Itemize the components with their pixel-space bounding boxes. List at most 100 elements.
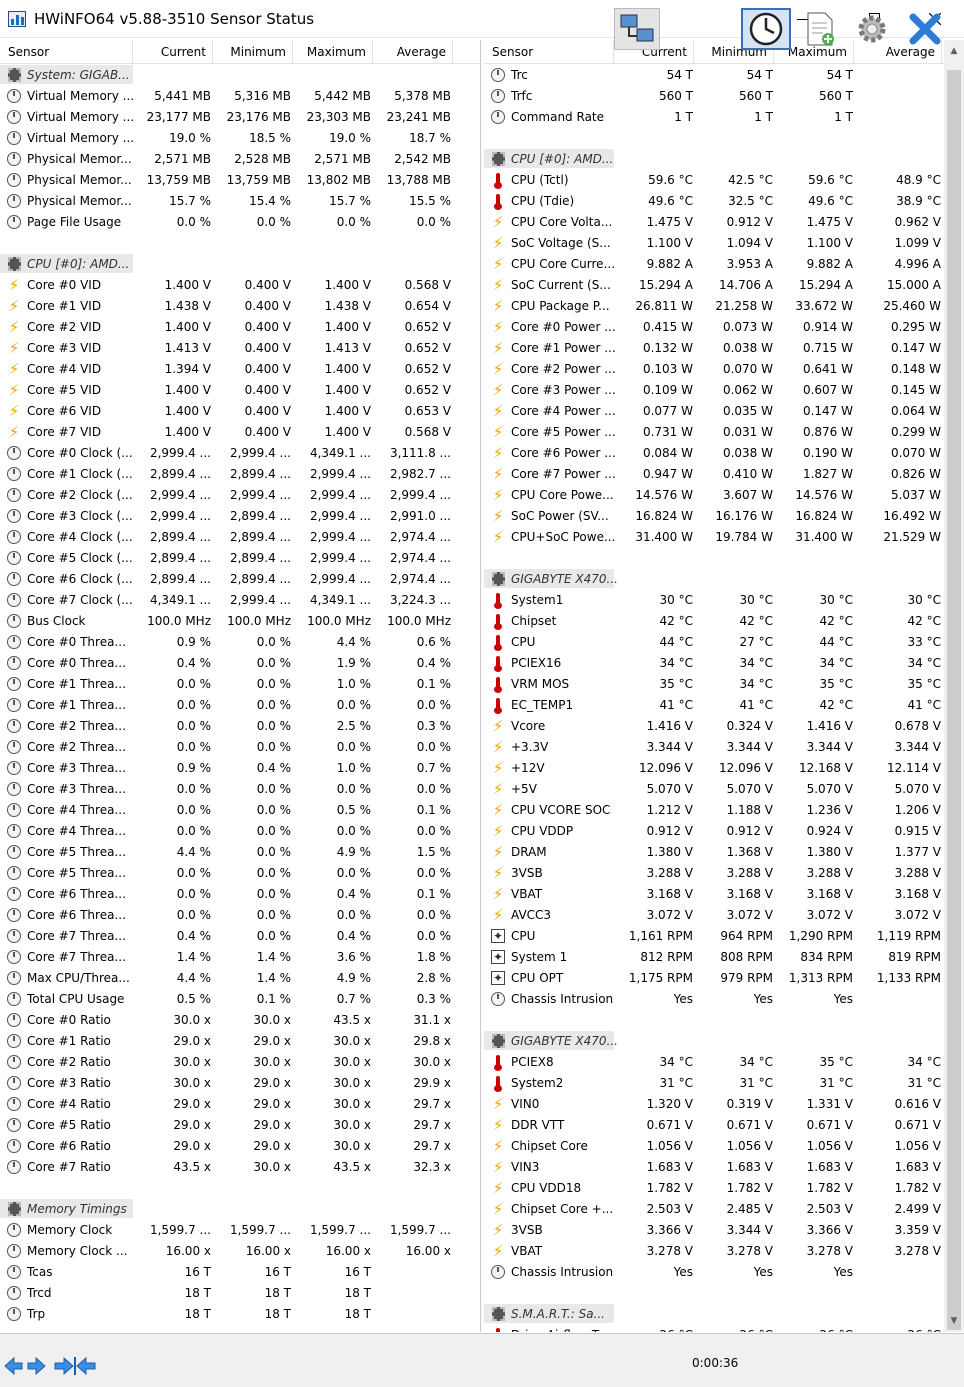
header-maximum[interactable]: Maximum [293,40,373,64]
scroll-up-icon[interactable]: ▲ [949,46,959,56]
sensor-row[interactable]: Core #1 Clock (... 2,899.4 ... 2,899.4 ...… [0,463,480,484]
sensor-row[interactable]: Virtual Memory ... 5,441 MB 5,316 MB 5,442 … [0,85,480,106]
sensor-row[interactable]: ⚡ CPU Core Curre... 9.882 A 3.953 A 9.882 A 4… [484,253,944,274]
sensor-row[interactable]: Core #6 Clock (... 2,899.4 ... 2,899.4 ...… [0,568,480,589]
header-average[interactable]: Average [373,40,453,64]
sensor-row[interactable]: ⚡ CPU VDDP 0.912 V 0.912 V 0.924 V 0.915 V [484,820,944,841]
sensor-row[interactable]: PCIEX16 34 °C 34 °C 34 °C 34 °C [484,652,944,673]
sensor-row[interactable]: Trc 54 T 54 T 54 T [484,64,944,85]
sensor-row[interactable]: Chipset 42 °C 42 °C 42 °C 42 °C [484,610,944,631]
sensor-row[interactable]: ⚡ Core #0 VID 1.400 V 0.400 V 1.400 V 0.568 V [0,274,480,295]
sensor-row[interactable]: ⚡ Core #3 VID 1.413 V 0.400 V 1.413 V 0.652 V [0,337,480,358]
sensor-row[interactable]: Core #1 Threa... 0.0 % 0.0 % 0.0 % 0.0 % [0,694,480,715]
right-sensor-pane[interactable]: Sensor Current Minimum Maximum Average T… [484,40,944,1332]
vertical-scrollbar[interactable]: ▲ ▼ [944,40,964,1332]
sensor-row[interactable]: Physical Memor... 15.7 % 15.4 % 15.7 % 15.5 … [0,190,480,211]
sensor-row[interactable]: Core #0 Threa... 0.4 % 0.0 % 1.9 % 0.4 % [0,652,480,673]
sensor-row[interactable]: System2 31 °C 31 °C 31 °C 31 °C [484,1072,944,1093]
scroll-down-icon[interactable]: ▼ [949,1316,959,1326]
sensor-row[interactable]: ⚡ AVCC3 3.072 V 3.072 V 3.072 V 3.072 V [484,904,944,925]
sensor-row[interactable]: ⚡ VBAT 3.168 V 3.168 V 3.168 V 3.168 V [484,883,944,904]
sensor-row[interactable]: ⚡ VBAT 3.278 V 3.278 V 3.278 V 3.278 V [484,1240,944,1261]
sensor-row[interactable]: Memory Clock 1,599.7 ... 1,599.7 ... 1,599.… [0,1219,480,1240]
sensor-group-row[interactable]: Memory Timings [0,1198,480,1219]
sensor-row[interactable]: Core #5 Ratio 29.0 x 29.0 x 30.0 x 29.7 x [0,1114,480,1135]
sensor-row[interactable]: Core #6 Threa... 0.0 % 0.0 % 0.4 % 0.1 % [0,883,480,904]
sensor-row[interactable]: Trp 18 T 18 T 18 T [0,1303,480,1324]
sensor-row[interactable]: ⚡ Core #2 Power ... 0.103 W 0.070 W 0.641 W 0… [484,358,944,379]
sensor-row[interactable]: Drive Airflow T...26 °C26 °C26 °C26 °C [484,1324,944,1332]
sensor-row[interactable]: ⚡ Core #2 VID 1.400 V 0.400 V 1.400 V 0.652 V [0,316,480,337]
sensor-row[interactable]: CPU 44 °C 27 °C 44 °C 33 °C [484,631,944,652]
sensor-row[interactable]: ⚡ Core #1 VID 1.438 V 0.400 V 1.438 V 0.654 V [0,295,480,316]
sensor-row[interactable]: Tcas 16 T 16 T 16 T [0,1261,480,1282]
sensor-row[interactable]: Core #4 Threa... 0.0 % 0.0 % 0.5 % 0.1 % [0,799,480,820]
reset-clock-button[interactable] [741,8,791,50]
sensor-row[interactable]: Physical Memor... 13,759 MB 13,759 MB 13,80… [0,169,480,190]
sensor-row[interactable]: PCIEX8 34 °C 34 °C 35 °C 34 °C [484,1051,944,1072]
sensor-row[interactable]: ⚡ +12V 12.096 V 12.096 V 12.168 V 12.114 V [484,757,944,778]
sensor-row[interactable]: ⚡ Core #4 Power ... 0.077 W 0.035 W 0.147 W 0… [484,400,944,421]
expand-all-button[interactable] [4,1355,46,1377]
sensor-row[interactable]: ⚡ SoC Power (SV... 16.824 W 16.176 W 16.824 … [484,505,944,526]
sensor-row[interactable]: ⚡ CPU VCORE SOC 1.212 V 1.188 V 1.236 V 1.206… [484,799,944,820]
sensor-row[interactable]: ⚡ CPU Core Volta... 1.475 V 0.912 V 1.475 V 0… [484,211,944,232]
sensor-row[interactable]: ⚡ VIN0 1.320 V 0.319 V 1.331 V 0.616 V [484,1093,944,1114]
sensor-row[interactable]: Trfc 560 T 560 T 560 T [484,85,944,106]
left-sensor-pane[interactable]: Sensor Current Minimum Maximum Average S… [0,40,481,1332]
sensor-row[interactable]: Core #3 Threa... 0.0 % 0.0 % 0.0 % 0.0 % [0,778,480,799]
sensor-row[interactable]: Core #6 Threa... 0.0 % 0.0 % 0.0 % 0.0 % [0,904,480,925]
sensor-row[interactable]: ⚡ Core #7 VID 1.400 V 0.400 V 1.400 V 0.568 V [0,421,480,442]
sensor-group-row[interactable]: System: GIGAB... [0,64,480,85]
sensor-row[interactable]: Trcd 18 T 18 T 18 T [0,1282,480,1303]
collapse-all-button[interactable] [54,1355,96,1377]
sensor-row[interactable]: ⚡ Chipset Core +... 2.503 V 2.485 V 2.503 V 2… [484,1198,944,1219]
sensor-row[interactable]: Core #7 Clock (... 4,349.1 ... 2,999.4 ...… [0,589,480,610]
sensor-row[interactable]: ⚡ Vcore 1.416 V 0.324 V 1.416 V 0.678 V [484,715,944,736]
sensor-row[interactable]: ⚡ CPU+SoC Powe... 31.400 W 19.784 W 31.400 W… [484,526,944,547]
sensor-row[interactable]: ⚡ Core #5 Power ... 0.731 W 0.031 W 0.876 W 0… [484,421,944,442]
sensor-row[interactable]: Command Rate 1 T 1 T 1 T [484,106,944,127]
scrollbar-thumb[interactable] [947,70,961,1330]
sensor-row[interactable]: ⚡ +5V 5.070 V 5.070 V 5.070 V 5.070 V [484,778,944,799]
sensor-row[interactable]: Core #2 Clock (... 2,999.4 ... 2,999.4 ...… [0,484,480,505]
settings-button[interactable] [849,8,895,50]
sensor-row[interactable]: ⚡ Core #0 Power ... 0.415 W 0.073 W 0.914 W 0… [484,316,944,337]
sensor-row[interactable]: Chassis Intrusion Yes Yes Yes [484,988,944,1009]
sensor-row[interactable]: ⚡ Core #6 VID 1.400 V 0.400 V 1.400 V 0.653 V [0,400,480,421]
sensor-group-row[interactable]: S.M.A.R.T.: Sa... [484,1303,944,1324]
sensor-row[interactable]: Core #1 Threa... 0.0 % 0.0 % 1.0 % 0.1 % [0,673,480,694]
sensor-row[interactable]: ⚡ 3VSB 3.288 V 3.288 V 3.288 V 3.288 V [484,862,944,883]
sensor-row[interactable]: ⚡ Core #6 Power ... 0.084 W 0.038 W 0.190 W 0… [484,442,944,463]
sensor-row[interactable]: Core #5 Threa... 4.4 % 0.0 % 4.9 % 1.5 % [0,841,480,862]
sensor-row[interactable]: Core #1 Ratio 29.0 x 29.0 x 30.0 x 29.8 x [0,1030,480,1051]
sensor-row[interactable]: Total CPU Usage 0.5 % 0.1 % 0.7 % 0.3 % [0,988,480,1009]
sensor-row[interactable]: Physical Memor... 2,571 MB 2,528 MB 2,571 M… [0,148,480,169]
sensor-row[interactable]: Page File Usage 0.0 % 0.0 % 0.0 % 0.0 % [0,211,480,232]
sensor-row[interactable]: Max CPU/Threa... 4.4 % 1.4 % 4.9 % 2.8 % [0,967,480,988]
header-current[interactable]: Current [133,40,213,64]
network-button[interactable] [614,8,660,50]
sensor-row[interactable]: CPU (Tctl) 59.6 °C 42.5 °C 59.6 °C 48.9 °C [484,169,944,190]
sensor-row[interactable]: Core #0 Clock (... 2,999.4 ... 2,999.4 ...… [0,442,480,463]
sensor-group-row[interactable]: CPU [#0]: AMD... [484,148,944,169]
header-minimum[interactable]: Minimum [213,40,293,64]
sensor-row[interactable]: ⚡ Core #5 VID 1.400 V 0.400 V 1.400 V 0.652 V [0,379,480,400]
sensor-row[interactable]: Core #2 Threa... 0.0 % 0.0 % 2.5 % 0.3 % [0,715,480,736]
sensor-group-row[interactable]: GIGABYTE X470... [484,568,944,589]
sensor-row[interactable]: Core #4 Clock (... 2,899.4 ... 2,899.4 ...… [0,526,480,547]
sensor-row[interactable]: ⚡ 3VSB 3.366 V 3.344 V 3.366 V 3.359 V [484,1219,944,1240]
sensor-group-row[interactable]: CPU [#0]: AMD... [0,253,480,274]
sensor-row[interactable]: ⚡ Core #7 Power ... 0.947 W 0.410 W 1.827 W 0… [484,463,944,484]
sensor-row[interactable]: ⚡ CPU Core Powe... 14.576 W 3.607 W 14.576 W… [484,484,944,505]
header-sensor[interactable]: Sensor [0,40,133,64]
sensor-row[interactable]: Core #7 Threa... 1.4 % 1.4 % 3.6 % 1.8 % [0,946,480,967]
sensor-row[interactable]: Core #0 Threa... 0.9 % 0.0 % 4.4 % 0.6 % [0,631,480,652]
sensor-row[interactable]: Virtual Memory ... 23,177 MB 23,176 MB 23,3… [0,106,480,127]
sensor-row[interactable]: Core #0 Ratio 30.0 x 30.0 x 43.5 x 31.1 x [0,1009,480,1030]
sensor-row[interactable]: ✦ CPU OPT 1,175 RPM 979 RPM 1,313 RPM 1,133 R… [484,967,944,988]
sensor-row[interactable]: Core #3 Clock (... 2,999.4 ... 2,899.4 ...… [0,505,480,526]
header-sensor[interactable]: Sensor [484,40,614,64]
sensor-row[interactable]: Bus Clock 100.0 MHz 100.0 MHz 100.0 MHz 100.… [0,610,480,631]
sensor-row[interactable]: ✦ CPU 1,161 RPM 964 RPM 1,290 RPM 1,119 RPM [484,925,944,946]
